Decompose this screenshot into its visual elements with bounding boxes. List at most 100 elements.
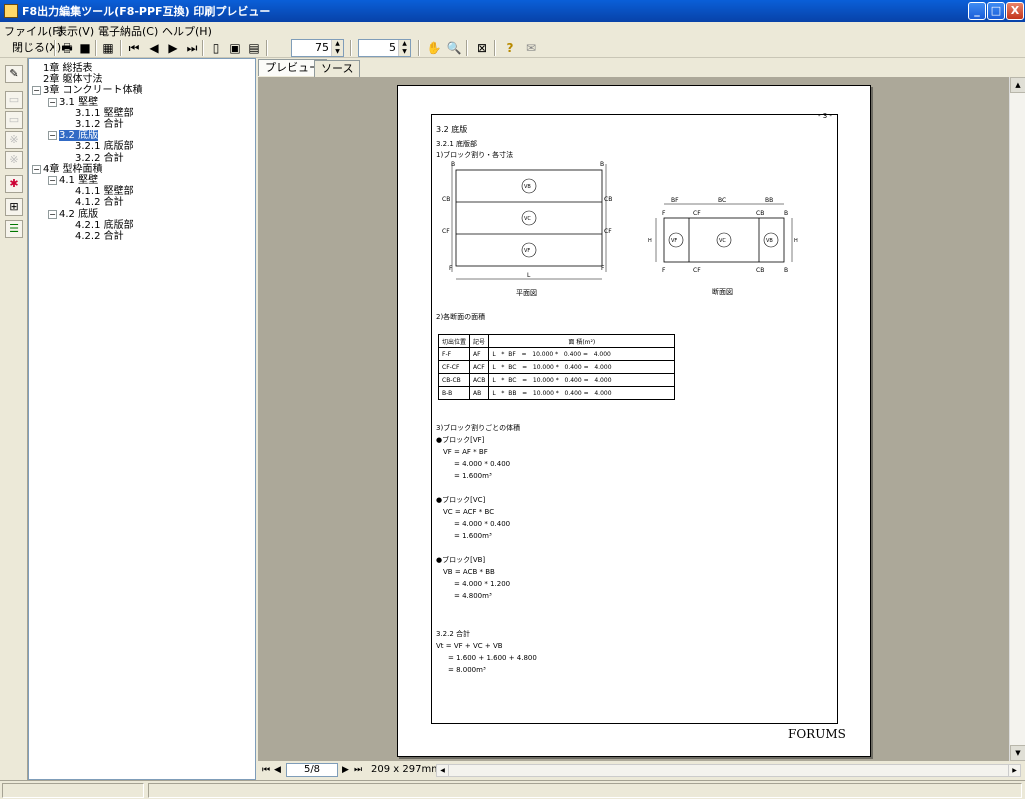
table-cell-position: F-F bbox=[437, 347, 471, 361]
minimize-button[interactable]: _ bbox=[968, 2, 986, 20]
tree-item[interactable]: 3.1 堅壁 bbox=[59, 97, 98, 108]
footer-logo: FORUMS bbox=[788, 727, 846, 741]
zoom-icon[interactable]: 🔍 bbox=[446, 39, 462, 57]
page-indicator[interactable]: 5/8 bbox=[286, 763, 338, 777]
scroll-right-icon[interactable]: ▶ bbox=[1008, 765, 1020, 776]
scroll-left-icon[interactable]: ◀ bbox=[437, 765, 449, 776]
menu-electronic-delivery[interactable]: 電子納品(C) bbox=[98, 23, 158, 39]
help-icon[interactable]: ? bbox=[502, 39, 518, 57]
tree-icon[interactable]: ⊞ bbox=[5, 198, 23, 216]
tree-item[interactable]: 4.2.2 合計 bbox=[75, 231, 124, 242]
multi-page-icon[interactable]: ▤ bbox=[246, 39, 262, 57]
section-label-bf: BF bbox=[671, 197, 679, 204]
tree-expander-icon[interactable]: − bbox=[48, 97, 57, 107]
tab-source[interactable]: ソース bbox=[314, 60, 361, 77]
scroll-up-icon[interactable]: ▲ bbox=[1010, 77, 1025, 93]
menu-view[interactable]: 表示(V) bbox=[56, 23, 94, 39]
nav-first-icon[interactable]: ⏮ bbox=[262, 764, 270, 776]
mail-icon[interactable]: ✉ bbox=[523, 39, 539, 57]
table-cell-symbol: AF bbox=[469, 347, 490, 361]
pen-icon[interactable]: ✎ bbox=[5, 65, 23, 83]
nav-prev-icon[interactable]: ◀ bbox=[274, 764, 281, 776]
last-page-icon[interactable]: ⏭ bbox=[184, 39, 200, 57]
tree-expander-icon[interactable]: − bbox=[32, 86, 41, 96]
table-cell-formula: L * BB = 10.000 * 0.400 = 4.000 bbox=[488, 386, 676, 400]
table-cell-formula: L * BF = 10.000 * 0.400 = 4.000 bbox=[488, 347, 676, 361]
tree-item[interactable]: 3.1.2 合計 bbox=[75, 119, 124, 130]
plan-label-cb-right: CB bbox=[604, 196, 612, 203]
first-page-icon[interactable]: ⏮ bbox=[126, 39, 142, 57]
tree-item[interactable]: 3.2 底版 bbox=[59, 130, 99, 142]
block-vf-heading: ●ブロック[VF] bbox=[436, 436, 485, 444]
block-vb-heading: ●ブロック[VB] bbox=[436, 556, 486, 564]
tree-item[interactable]: 3章 コンクリート体積 bbox=[43, 85, 143, 96]
spin-arrows-icon[interactable]: ▲ ▼ bbox=[331, 40, 343, 56]
zoom-value: 75 bbox=[315, 41, 329, 54]
nav-next-icon[interactable]: ▶ bbox=[342, 764, 349, 776]
plan-label-b-right: B bbox=[600, 161, 604, 168]
toolbar-separator bbox=[466, 40, 468, 56]
preview-page: - 3 - 3.2 底版 3.2.1 底版部 1)ブロック割り・各寸法 B B … bbox=[397, 85, 871, 757]
tree-item[interactable]: 4.2 底版 bbox=[59, 209, 98, 220]
prev-page-icon[interactable]: ◀ bbox=[146, 39, 162, 57]
section-label-cb-bottom: CB bbox=[756, 267, 764, 274]
horizontal-scrollbar[interactable]: ◀ ▶ bbox=[436, 764, 1021, 777]
next-page-icon[interactable]: ▶ bbox=[165, 39, 181, 57]
zoom-spinner[interactable]: 75 ▲ ▼ bbox=[291, 39, 344, 57]
item3-heading: 3)ブロック割りごとの体積 bbox=[436, 424, 521, 432]
two-page-icon[interactable]: ▣ bbox=[227, 39, 243, 57]
tree-item[interactable]: 4章 型枠面積 bbox=[43, 164, 103, 175]
edit2-icon[interactable]: ▭ bbox=[5, 111, 23, 129]
color-icon[interactable]: ✱ bbox=[5, 175, 23, 193]
tree-expander-icon[interactable]: − bbox=[32, 164, 41, 174]
single-page-icon[interactable]: ▯ bbox=[208, 39, 224, 57]
fit-icon[interactable]: ⊠ bbox=[474, 39, 490, 57]
section-label-cf-bottom: CF bbox=[693, 267, 701, 274]
spin-arrows-icon[interactable]: ▲ ▼ bbox=[398, 40, 410, 56]
section-label-vb: VB bbox=[766, 238, 773, 244]
setup-icon[interactable]: ▦ bbox=[100, 39, 116, 57]
save-icon[interactable]: ■ bbox=[77, 39, 93, 57]
table-cell-formula: L * BC = 10.000 * 0.400 = 4.000 bbox=[488, 360, 676, 374]
menu-file[interactable]: ファイル(F) bbox=[4, 23, 63, 39]
tree-item[interactable]: 4.1.2 合計 bbox=[75, 197, 124, 208]
print-icon[interactable]: 🖶 bbox=[59, 39, 75, 57]
page-navigation: ⏮ ◀ 5/8 ▶ ⏭ 209 x 297mm ◀ ▶ bbox=[258, 761, 1025, 780]
hand-icon[interactable]: ✋ bbox=[426, 39, 442, 57]
sum-line2: = 1.600 + 1.600 + 4.800 bbox=[448, 654, 537, 662]
section-label-cf-top: CF bbox=[693, 210, 701, 217]
page-spinner[interactable]: 5 ▲ ▼ bbox=[358, 39, 411, 57]
section-label-vf: VF bbox=[671, 238, 677, 244]
edit-icon[interactable]: ▭ bbox=[5, 91, 23, 109]
section-view-diagram: BF BC BB F CF CB B F CF CB B VF VC VB H … bbox=[648, 197, 798, 296]
section-label-vc: VC bbox=[719, 238, 726, 244]
scroll-down-icon[interactable]: ▼ bbox=[1010, 745, 1025, 761]
plan-label-f-right: F bbox=[601, 265, 605, 272]
toolbar-separator bbox=[202, 40, 204, 56]
tool-icon[interactable]: ※ bbox=[5, 131, 23, 149]
tree-expander-icon[interactable]: − bbox=[48, 209, 57, 219]
nav-last-icon[interactable]: ⏭ bbox=[354, 764, 362, 776]
tree-item[interactable]: 3.1.1 堅壁部 bbox=[75, 108, 134, 119]
close-button[interactable]: X bbox=[1006, 2, 1024, 20]
preview-area[interactable]: - 3 - 3.2 底版 3.2.1 底版部 1)ブロック割り・各寸法 B B … bbox=[258, 77, 1009, 761]
tree-item[interactable]: 4.1.1 堅壁部 bbox=[75, 186, 134, 197]
tree-item[interactable]: 3.2.1 底版部 bbox=[75, 141, 134, 152]
list-icon[interactable]: ☰ bbox=[5, 220, 23, 238]
block-vf-line1: VF = AF * BF bbox=[443, 448, 488, 456]
tree-item[interactable]: 3.2.2 合計 bbox=[75, 153, 124, 164]
tree-item[interactable]: 4.1 堅壁 bbox=[59, 175, 98, 186]
tool2-icon[interactable]: ※ bbox=[5, 151, 23, 169]
plan-label-l: L bbox=[527, 272, 531, 279]
plan-label-cb-left: CB bbox=[442, 196, 450, 203]
tree-item[interactable]: 4.2.1 底版部 bbox=[75, 220, 134, 231]
tree-expander-icon[interactable]: − bbox=[48, 176, 57, 185]
tree-expander-icon[interactable]: − bbox=[48, 131, 57, 141]
tree-item[interactable]: 1章 総括表 bbox=[43, 63, 93, 74]
menu-help[interactable]: ヘルプ(H) bbox=[162, 23, 212, 39]
vertical-scrollbar[interactable]: ▲ ▼ bbox=[1009, 77, 1025, 761]
tree-item[interactable]: 2章 躯体寸法 bbox=[43, 74, 103, 85]
close-preview-button[interactable]: 閉じる(X) bbox=[12, 39, 61, 57]
table-header-area: 面 積(m²) bbox=[488, 334, 676, 348]
maximize-button[interactable]: □ bbox=[987, 2, 1005, 20]
